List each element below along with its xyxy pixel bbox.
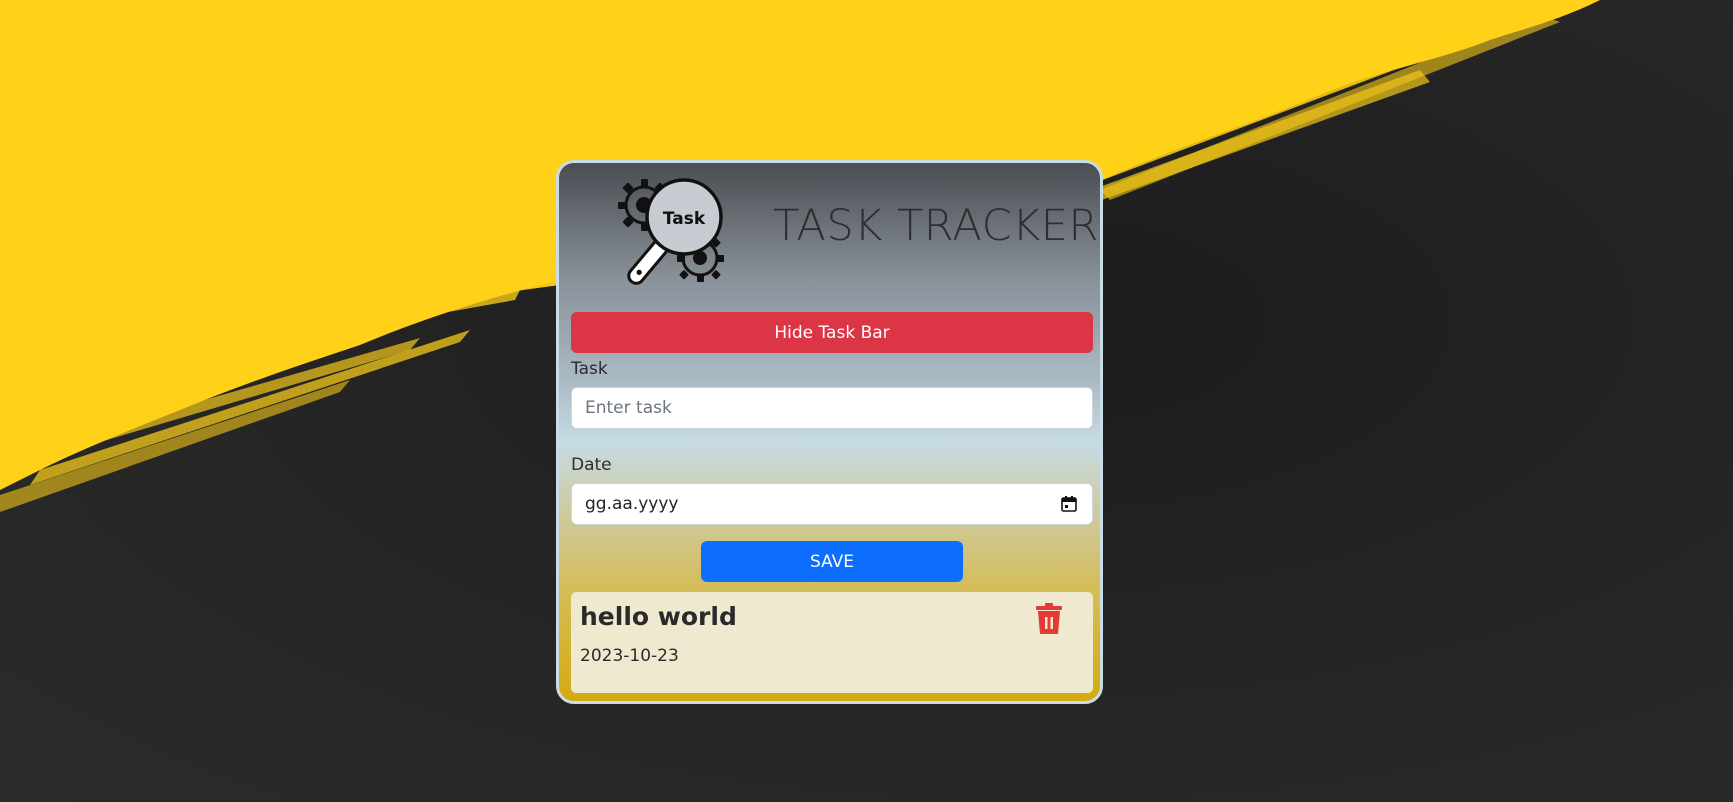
trash-icon[interactable] [1035,603,1063,635]
date-label: Date [571,455,612,475]
task-input[interactable] [571,387,1093,429]
task-text: hello world [580,602,737,631]
gear-magnifier-icon: Task [618,178,724,285]
logo-text: Task [663,209,706,229]
date-input[interactable]: gg.aa.yyyy [571,483,1093,525]
hide-task-bar-button[interactable]: Hide Task Bar [571,312,1093,353]
date-input-value: gg.aa.yyyy [585,494,679,514]
task-list: hello world 2023-10-23 [571,592,1093,693]
task-label: Task [571,359,608,379]
task-date: 2023-10-23 [580,646,679,666]
task-item: hello world 2023-10-23 [571,592,1093,693]
task-tracker-card: Task TASK TRACKER Hide Task Bar Task Dat… [556,160,1103,704]
page-title: TASK TRACKER [773,201,1099,251]
save-button[interactable]: SAVE [701,541,963,582]
page-background: Task TASK TRACKER Hide Task Bar Task Dat… [0,0,1733,802]
calendar-icon[interactable] [1060,495,1078,513]
